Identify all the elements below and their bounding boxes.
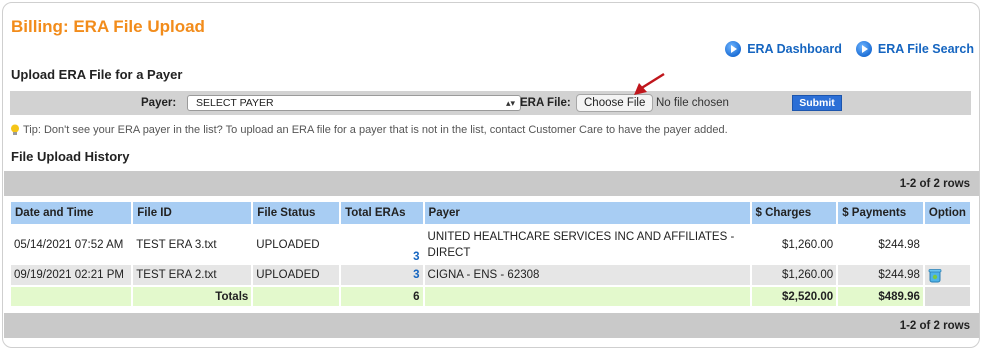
total-eras-link[interactable]: 3 xyxy=(341,265,423,285)
payer-select-value: SELECT PAYER xyxy=(196,97,274,109)
page-title: Billing: ERA File Upload xyxy=(11,17,205,36)
top-links: ERA Dashboard ERA File Search xyxy=(725,41,974,57)
submit-button[interactable]: Submit xyxy=(792,95,842,111)
era-file-label: ERA File: xyxy=(520,97,571,109)
totals-payments: $489.96 xyxy=(838,287,923,306)
totals-eras-value: 6 xyxy=(341,287,423,306)
arrow-circle-icon xyxy=(725,41,742,57)
payments-cell: $244.98 xyxy=(838,226,923,263)
totals-label: Totals xyxy=(133,287,252,306)
totals-eras xyxy=(424,287,750,306)
column-header[interactable]: $ Charges xyxy=(751,202,837,224)
payer-select[interactable]: SELECT PAYER ▴▾ xyxy=(187,95,521,111)
file-id-cell: TEST ERA 3.txt xyxy=(133,226,252,263)
tip-text: Tip: Don't see your ERA payer in the lis… xyxy=(23,124,728,136)
status-cell: UPLOADED xyxy=(253,265,340,285)
column-header[interactable]: $ Payments xyxy=(838,202,923,224)
date-cell: 05/14/2021 07:52 AM xyxy=(11,226,132,263)
payer-label: Payer: xyxy=(141,97,177,109)
charges-cell: $1,260.00 xyxy=(751,226,837,263)
total-eras-link[interactable]: 3 xyxy=(341,226,423,263)
totals-row: Totals 6 $2,520.00 $489.96 xyxy=(11,287,970,306)
bottom-pager-bar: 1-2 of 2 rows xyxy=(4,313,979,338)
era-dashboard-label: ERA Dashboard xyxy=(747,42,842,56)
column-header[interactable]: File ID xyxy=(133,202,252,224)
payer-cell: CIGNA - ENS - 62308 xyxy=(424,265,750,285)
column-header[interactable]: Total ERAs xyxy=(341,202,423,224)
date-cell: 09/19/2021 02:21 PM xyxy=(11,265,132,285)
history-heading: File Upload History xyxy=(11,149,130,164)
option-cell xyxy=(924,265,970,285)
select-arrows-icon: ▴▾ xyxy=(505,98,515,108)
rows-count-bottom: 1-2 of 2 rows xyxy=(899,320,970,332)
option-cell xyxy=(924,226,970,263)
history-table: Date and Time File ID File Status Total … xyxy=(9,200,972,308)
top-pager-bar: 1-2 of 2 rows xyxy=(4,171,979,196)
column-header[interactable]: File Status xyxy=(253,202,340,224)
era-dashboard-link[interactable]: ERA Dashboard xyxy=(725,41,842,57)
column-header[interactable]: Payer xyxy=(424,202,750,224)
rows-count-top: 1-2 of 2 rows xyxy=(899,178,970,190)
upload-bar: Payer: SELECT PAYER ▴▾ ERA File: Choose … xyxy=(10,91,971,115)
table-row: 05/14/2021 07:52 AM TEST ERA 3.txt UPLOA… xyxy=(11,226,970,263)
red-arrow-icon xyxy=(634,72,665,95)
payments-cell: $244.98 xyxy=(838,265,923,285)
lightbulb-icon xyxy=(11,124,19,135)
table-row: 09/19/2021 02:21 PM TEST ERA 2.txt UPLOA… xyxy=(11,265,970,285)
payer-cell: UNITED HEALTHCARE SERVICES INC AND AFFIL… xyxy=(424,226,750,263)
totals-charges: $2,520.00 xyxy=(751,287,837,306)
arrow-circle-icon xyxy=(855,41,872,57)
column-header: Option xyxy=(924,202,970,224)
column-header[interactable]: Date and Time xyxy=(11,202,132,224)
file-id-cell: TEST ERA 2.txt xyxy=(133,265,252,285)
tip-text-row: Tip: Don't see your ERA payer in the lis… xyxy=(10,124,728,136)
upload-heading: Upload ERA File for a Payer xyxy=(11,67,183,82)
trash-icon[interactable] xyxy=(928,268,942,283)
table-header-row: Date and Time File ID File Status Total … xyxy=(11,202,970,224)
era-file-search-link[interactable]: ERA File Search xyxy=(855,41,974,57)
charges-cell: $1,260.00 xyxy=(751,265,837,285)
no-file-chosen-text: No file chosen xyxy=(656,97,729,109)
status-cell: UPLOADED xyxy=(253,226,340,263)
era-file-search-label: ERA File Search xyxy=(877,42,974,56)
